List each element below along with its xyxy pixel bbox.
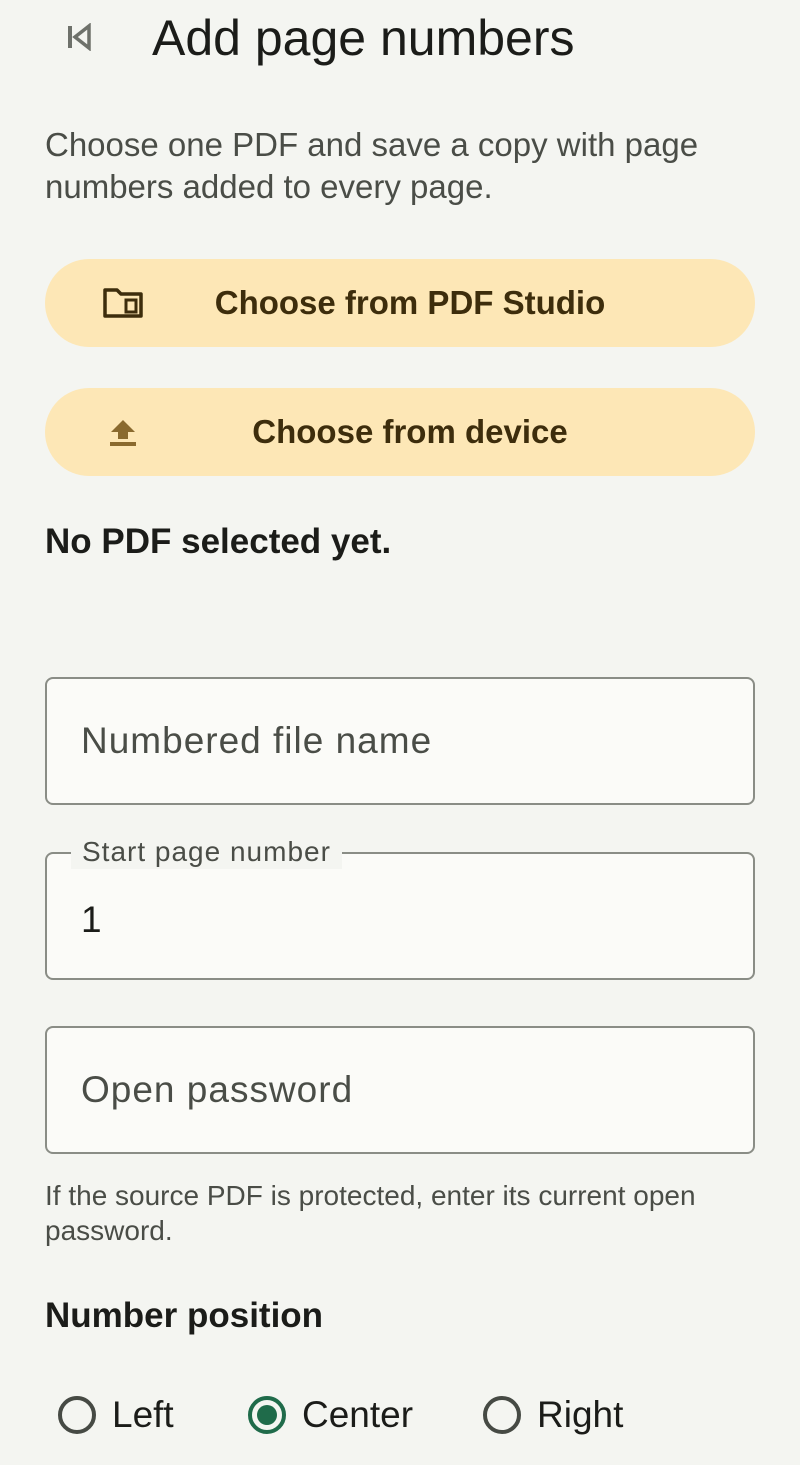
position-radio-center[interactable]: Center [248, 1390, 413, 1440]
choose-from-studio-label: Choose from PDF Studio [214, 284, 606, 321]
open-password-field[interactable] [45, 1026, 755, 1154]
radio-dot [257, 1405, 277, 1425]
position-radio-right[interactable]: Right [483, 1390, 623, 1440]
choose-from-studio-button[interactable]: Choose from PDF Studio [45, 259, 755, 347]
selection-status: No PDF selected yet. [45, 522, 392, 561]
position-radio-left[interactable]: Left [58, 1390, 174, 1440]
start-page-input[interactable] [81, 858, 721, 982]
back-button[interactable] [56, 14, 102, 60]
skip-previous-icon [68, 23, 91, 51]
position-center-label: Center [302, 1394, 414, 1435]
file-name-input[interactable] [81, 679, 721, 803]
choose-from-device-label: Choose from device [252, 413, 568, 450]
password-helper-text: If the source PDF is protected, enter it… [45, 1180, 696, 1246]
radio-unchecked-icon[interactable] [483, 1396, 521, 1434]
radio-unchecked-icon[interactable] [58, 1396, 96, 1434]
top-app-bar: Add page numbers [0, 0, 800, 80]
radio-checked-icon[interactable] [248, 1396, 286, 1434]
number-position-title: Number position [45, 1296, 324, 1335]
choose-from-device-button[interactable]: Choose from device [45, 388, 755, 476]
open-password-input[interactable] [81, 1028, 721, 1152]
file-name-field[interactable] [45, 677, 755, 805]
upload-icon [101, 414, 145, 450]
position-right-label: Right [537, 1394, 624, 1435]
position-left-label: Left [112, 1394, 174, 1435]
page-description: Choose one PDF and save a copy with page… [45, 126, 699, 205]
start-page-field[interactable]: Start page number [45, 835, 755, 982]
page-title: Add page numbers [152, 10, 575, 66]
folder-document-icon [101, 285, 145, 321]
